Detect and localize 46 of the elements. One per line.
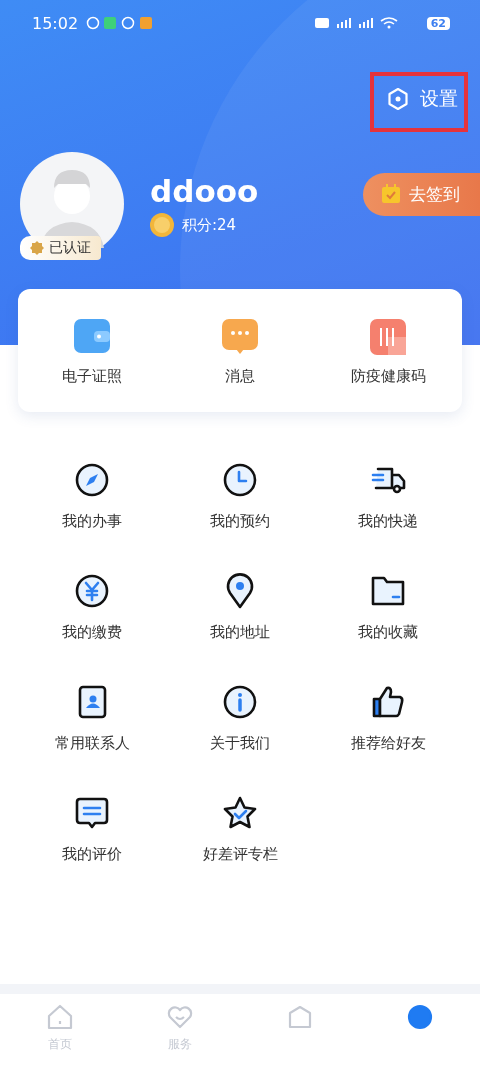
menu-item[interactable]: 推荐给好友 xyxy=(314,684,462,753)
comment-icon xyxy=(74,795,110,831)
verified-icon xyxy=(30,241,44,255)
verified-label: 已认证 xyxy=(49,239,91,257)
quick-link[interactable]: 电子证照 xyxy=(18,319,166,386)
status-time: 15:02 xyxy=(32,13,79,33)
home-icon xyxy=(47,1004,73,1030)
menu-item[interactable]: 我的评价 xyxy=(18,795,166,864)
points-text: 积分:24 xyxy=(182,215,237,235)
profile-icon xyxy=(407,1004,433,1030)
compass-icon xyxy=(74,462,110,498)
settings-button[interactable]: 设置 xyxy=(370,72,468,132)
menu-item[interactable]: 我的缴费 xyxy=(18,573,166,642)
yen-icon xyxy=(74,573,110,609)
bars-icon xyxy=(370,319,406,355)
heart-icon xyxy=(167,1004,193,1030)
menu-item[interactable]: 我的地址 xyxy=(166,573,314,642)
calendar-icon xyxy=(381,184,401,204)
star-icon xyxy=(222,795,258,831)
user-name: ddooo xyxy=(150,173,259,209)
house-icon xyxy=(287,1004,313,1030)
wallet-icon xyxy=(74,319,110,355)
menu-item[interactable]: 常用联系人 xyxy=(18,684,166,753)
quick-link[interactable]: 防疫健康码 xyxy=(314,319,462,386)
menu-item[interactable]: 我的收藏 xyxy=(314,573,462,642)
menu-item[interactable]: 好差评专栏 xyxy=(166,795,314,864)
signal-icon xyxy=(358,18,373,28)
notification-icon xyxy=(86,16,100,30)
signal-icon xyxy=(336,18,351,28)
quick-link[interactable]: 消息 xyxy=(166,319,314,386)
clock-icon xyxy=(222,462,258,498)
info-icon xyxy=(222,684,258,720)
notification-icon xyxy=(104,17,117,29)
menu-item[interactable]: 我的预约 xyxy=(166,462,314,531)
notification-icon xyxy=(121,16,135,30)
battery-level: 62 xyxy=(426,16,450,30)
wifi-icon xyxy=(379,17,398,29)
menu-item[interactable]: 关于我们 xyxy=(166,684,314,753)
notification-icon xyxy=(140,17,153,29)
hd-icon xyxy=(314,18,329,28)
chat-bubble-icon xyxy=(222,319,258,355)
thumb-icon xyxy=(370,684,406,720)
settings-icon xyxy=(386,87,410,111)
menu-item[interactable]: 我的办事 xyxy=(18,462,166,531)
coin-icon xyxy=(150,213,174,237)
menu-item[interactable]: 我的快递 xyxy=(314,462,462,531)
